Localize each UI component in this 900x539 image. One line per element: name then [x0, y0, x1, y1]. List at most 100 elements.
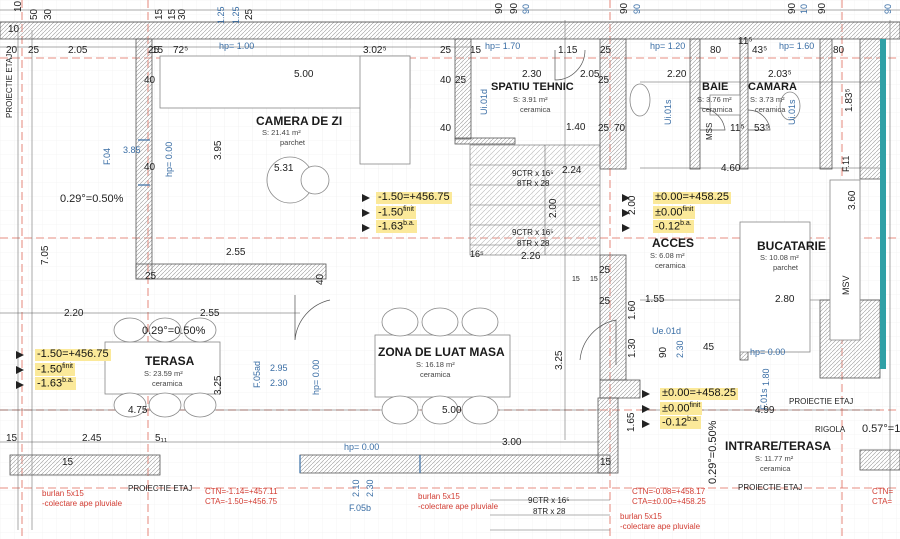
window-code: F.11	[841, 155, 851, 172]
room-finish-intrare: ceramica	[760, 464, 791, 473]
room-name-baie: BAIE	[702, 81, 729, 93]
level-finit: ±0.00finit	[653, 206, 696, 220]
level-note: CTN=-0.08=+458.17	[632, 487, 706, 496]
stair-label: 9CTR x 16⁵	[512, 169, 554, 178]
dim-label: 90	[658, 346, 669, 358]
level-note: CTA=	[872, 497, 893, 506]
dim-label: 2.55	[200, 308, 220, 319]
dim-label: 25	[598, 123, 610, 134]
dim-label: 50	[29, 8, 40, 20]
drain-note: -colectare ape pluviale	[418, 502, 499, 511]
dim-label: 4.60	[721, 163, 741, 174]
dim-label: 2.10	[351, 479, 361, 497]
level-tag: ±0.00=+458.25	[653, 191, 731, 204]
dim-label: 1.80	[761, 368, 771, 386]
level-sup: b.a.	[687, 416, 699, 423]
dim-label: 2.45	[82, 433, 102, 444]
dim-label: 25	[455, 75, 467, 86]
dim-label: 3.00	[502, 437, 522, 448]
dim-label: 3.60	[847, 190, 858, 210]
level-sup: finit	[689, 402, 701, 409]
dim-label: 2.30	[365, 479, 375, 497]
room-finish-camara: ceramica	[755, 105, 786, 114]
room-area-baie: S: 3.76 m²	[697, 95, 732, 104]
stair-label: 8TR x 28	[517, 239, 550, 248]
room-finish-masa: ceramica	[420, 370, 451, 379]
dim-label: 1.65	[626, 412, 637, 432]
room-finish-acces: ceramica	[655, 261, 686, 270]
level-value: -0.12	[662, 416, 688, 429]
dim-label: 15	[154, 8, 165, 20]
slope-label: 0.29°=0.50%	[60, 193, 124, 205]
room-finish-terasa: ceramica	[152, 379, 183, 388]
dim-label: 2.26	[521, 251, 541, 262]
dim-label: 30	[177, 8, 188, 20]
level-finit: -1.50finit	[376, 206, 416, 220]
level-sup: b.a.	[403, 220, 415, 227]
dim-label: 25	[598, 75, 610, 86]
drain-note: burlan 5x15	[620, 512, 662, 521]
dim-label: 5.00	[294, 69, 314, 80]
projection-label: PROIECTIE ETAJ	[128, 484, 193, 493]
dim-label: 25	[599, 296, 611, 307]
dim-label: 90	[509, 2, 520, 14]
room-name-spatiu: SPATIU TEHNIC	[491, 81, 574, 93]
appliance-label: MSS	[705, 122, 714, 140]
dim-label: 90	[619, 2, 630, 14]
dim-label: 15	[590, 276, 598, 283]
level-note: CTA=-1.50=+456.75	[205, 497, 278, 506]
room-finish-baie: ceramica	[702, 105, 733, 114]
hp-label: hp= 0.00	[164, 141, 174, 177]
dim-label: 25	[148, 45, 160, 56]
dim-label: 90	[883, 3, 893, 14]
hp-label: hp= 0.00	[311, 359, 321, 395]
room-name-terasa: TERASA	[145, 354, 195, 368]
level-tag: -1.50=+456.75	[35, 348, 111, 361]
dim-label: 10	[13, 0, 24, 12]
dim-label: 40	[315, 273, 326, 285]
dim-label: 1.25	[216, 6, 226, 24]
dim-label: 15	[600, 457, 612, 468]
level-value: ±0.00	[662, 402, 690, 415]
dim-label: 3.85	[123, 145, 141, 155]
dim-label: 10	[8, 24, 20, 35]
hp-label: hp= 0.00	[344, 442, 380, 452]
dim-label: 1.83⁵	[844, 88, 855, 112]
window-code: F.04	[102, 147, 112, 165]
dim-label: 5₁₁	[155, 433, 168, 444]
drain-note: burlan 5x15	[42, 489, 84, 498]
level-note: CTA=±0.00=+458.25	[632, 497, 706, 506]
drain-note: -colectare ape pluviale	[42, 499, 123, 508]
dim-label: 90	[787, 2, 798, 14]
dim-label: 20	[6, 45, 18, 56]
room-finish-bucatarie: parchet	[773, 263, 799, 272]
stair-label: 8TR x 28	[517, 179, 550, 188]
level-value: -1.63	[37, 377, 63, 390]
room-name-bucatarie: BUCATARIE	[757, 239, 826, 253]
hp-label: hp= 1.00	[219, 41, 255, 51]
level-ba: -1.63b.a.	[35, 377, 76, 391]
dim-label: 2.95	[270, 363, 288, 373]
room-area-masa: S: 16.18 m²	[416, 360, 455, 369]
dim-label: 1.40	[566, 122, 586, 133]
dim-label: 40	[440, 75, 452, 86]
level-note: CTN=	[872, 487, 894, 496]
level-value: -1.50	[37, 363, 63, 376]
projection-label: PROIECTIE ETAJ	[738, 483, 803, 492]
room-area-bucatarie: S: 10.08 m²	[760, 253, 799, 262]
level-value: -1.50	[378, 206, 404, 219]
level-value: -1.63	[378, 220, 404, 233]
dim-label: 40	[144, 162, 156, 173]
door-code: Ui.01s	[787, 99, 797, 125]
room-name-acces: ACCES	[652, 236, 695, 250]
dim-label: 11⁵	[730, 123, 745, 134]
slope-label: 0.29°=0.50%	[142, 325, 206, 337]
level-ba: -0.12b.a.	[653, 220, 694, 234]
door-code: Ui.01s	[663, 99, 673, 125]
dim-label: 16⁵	[470, 249, 484, 259]
window-code: F.05ad	[252, 360, 262, 388]
dim-label: 15	[572, 276, 580, 283]
dim-label: 2.80	[775, 294, 795, 305]
dim-label: 90	[521, 3, 531, 14]
room-name-camara: CAMARA	[748, 81, 797, 93]
